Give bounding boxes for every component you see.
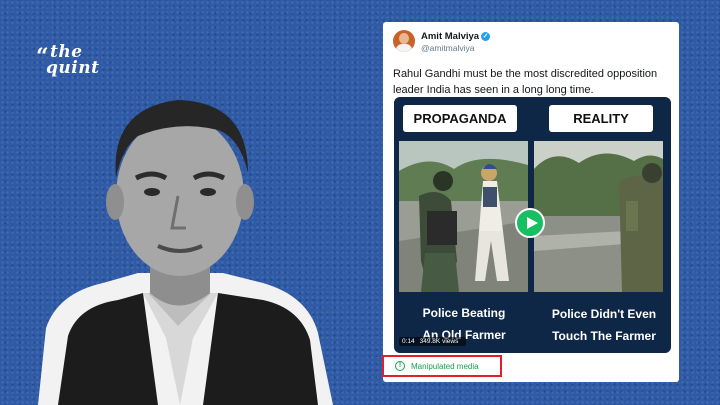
person-portrait [38, 100, 333, 405]
verified-badge-icon: ✓ [481, 31, 491, 41]
author-name-row[interactable]: Amit Malviya ✓ [421, 31, 491, 42]
video-frame-right [534, 141, 663, 292]
manipulated-media-label[interactable]: ! Manipulated media [382, 355, 502, 377]
left-caption-line1: Police Beating [422, 306, 506, 320]
logo-text-quint: quint [46, 58, 100, 78]
video-frame-left [399, 141, 528, 292]
author-handle[interactable]: @amitmalviya [421, 43, 475, 53]
tweet-card[interactable]: Amit Malviya ✓ @amitmalviya Rahul Gandhi … [383, 22, 679, 382]
video-meta: 0:14 349.8K views [399, 337, 467, 346]
right-caption-line2: Touch The Farmer [552, 329, 656, 343]
manipulated-media-text[interactable]: Manipulated media [411, 362, 479, 371]
exclamation-circle-icon: ! [395, 361, 405, 371]
author-name[interactable]: Amit Malviya [421, 31, 479, 42]
play-button[interactable] [515, 208, 545, 238]
propaganda-label: PROPAGANDA [403, 105, 517, 132]
tweet-video[interactable]: PROPAGANDA REALITY Police Beating An Old… [394, 97, 671, 353]
reality-label: REALITY [549, 105, 653, 132]
tweet-text: Rahul Gandhi must be the most discredite… [393, 68, 658, 96]
video-views: 349.8K views [419, 338, 459, 345]
video-timestamp: 0:14 [402, 338, 415, 345]
author-avatar[interactable] [393, 30, 415, 52]
play-icon [527, 217, 538, 229]
right-caption-line1: Police Didn't Even [551, 307, 657, 321]
